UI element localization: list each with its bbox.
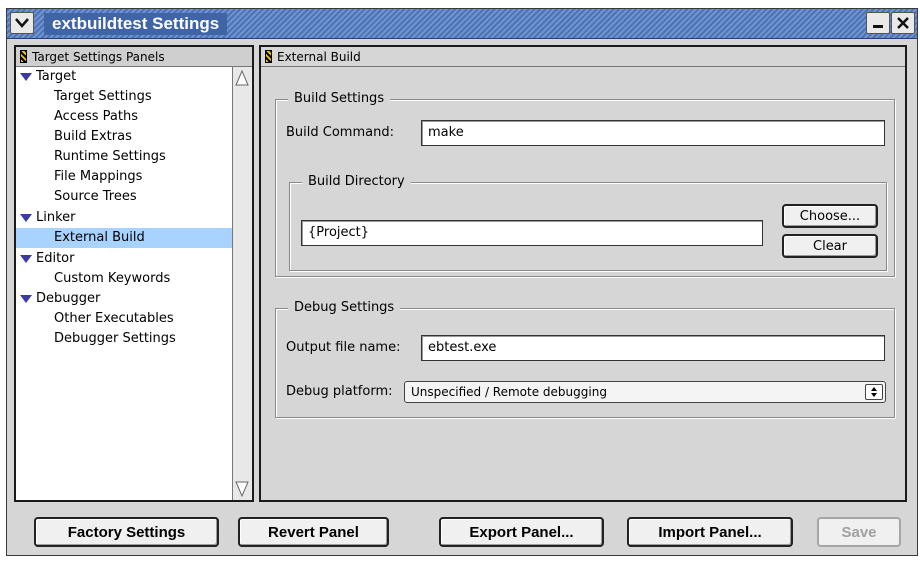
panels-list-header: Target Settings Panels — [16, 47, 252, 67]
tree-group-target[interactable]: Target — [16, 67, 76, 87]
tree-group-editor[interactable]: Editor — [16, 249, 74, 269]
panels-list-title: Target Settings Panels — [32, 50, 165, 64]
tree-item-custom-keywords[interactable]: Custom Keywords — [16, 269, 170, 289]
disclosure-triangle-icon[interactable] — [20, 295, 32, 303]
close-icon — [897, 17, 909, 29]
save-button[interactable]: Save — [817, 517, 901, 547]
debug-platform-label: Debug platform: — [286, 384, 393, 399]
output-file-field[interactable]: ebtest.exe — [421, 335, 885, 361]
output-file-label: Output file name: — [286, 340, 401, 355]
tree-item-target-settings[interactable]: Target Settings — [16, 87, 152, 107]
debug-settings-group: Debug Settings Output file name: ebtest.… — [275, 299, 895, 418]
tree-group-label: Debugger — [36, 291, 101, 306]
panel-stripe-icon — [20, 50, 27, 63]
tree-group-label: Editor — [36, 251, 75, 266]
disclosure-triangle-icon[interactable] — [20, 255, 32, 263]
tree-item-build-extras[interactable]: Build Extras — [16, 127, 132, 147]
settings-panel-title: External Build — [277, 50, 361, 64]
tree-group-linker[interactable]: Linker — [16, 208, 76, 228]
scroll-up-icon[interactable] — [235, 69, 249, 87]
panels-list: Target Settings Panels Target Target Set… — [14, 45, 254, 502]
build-command-label: Build Command: — [286, 125, 394, 140]
revert-panel-button[interactable]: Revert Panel — [238, 517, 389, 547]
tree-item-debugger-settings[interactable]: Debugger Settings — [16, 329, 176, 349]
settings-panel: External Build Build Settings Build Comm… — [259, 45, 907, 502]
settings-window: extbuildtest Settings Target Settings Pa… — [6, 8, 918, 556]
tree-scrollbar[interactable] — [232, 67, 252, 500]
minimize-icon — [873, 25, 883, 28]
tree: Target Target Settings Access Paths Buil… — [16, 67, 232, 500]
clear-button[interactable]: Clear — [782, 234, 878, 258]
scroll-down-icon[interactable] — [235, 480, 249, 498]
window-title: extbuildtest Settings — [44, 13, 228, 35]
panel-stripe-icon — [265, 50, 272, 63]
title-bar[interactable]: extbuildtest Settings — [7, 9, 917, 39]
build-directory-field[interactable]: {Project} — [301, 220, 763, 246]
tree-item-source-trees[interactable]: Source Trees — [16, 187, 137, 207]
tree-item-runtime-settings[interactable]: Runtime Settings — [16, 147, 166, 167]
import-panel-button[interactable]: Import Panel... — [627, 517, 793, 547]
chevron-down-icon — [15, 18, 29, 28]
tree-group-label: Target — [36, 69, 77, 84]
tree-group-label: Linker — [36, 210, 76, 225]
minimize-button[interactable] — [866, 12, 890, 34]
tree-item-other-executables[interactable]: Other Executables — [16, 309, 174, 329]
disclosure-triangle-icon[interactable] — [20, 73, 32, 81]
debug-settings-title: Debug Settings — [288, 299, 401, 317]
tree-group-debugger[interactable]: Debugger — [16, 289, 100, 309]
collapse-button[interactable] — [10, 12, 34, 34]
tree-item-file-mappings[interactable]: File Mappings — [16, 167, 142, 187]
build-settings-title: Build Settings — [288, 90, 391, 108]
settings-panel-header: External Build — [261, 47, 905, 67]
choose-button[interactable]: Choose... — [782, 204, 878, 228]
build-settings-group: Build Settings Build Command: make Build… — [275, 90, 895, 277]
build-directory-title: Build Directory — [302, 173, 411, 191]
updown-arrows-icon — [865, 384, 883, 400]
factory-settings-button[interactable]: Factory Settings — [34, 517, 219, 547]
tree-item-external-build[interactable]: External Build — [16, 228, 232, 248]
build-command-field[interactable]: make — [421, 120, 885, 146]
build-directory-group: Build Directory {Project} Choose... Clea… — [289, 173, 887, 271]
debug-platform-select[interactable]: Unspecified / Remote debugging — [404, 381, 886, 403]
export-panel-button[interactable]: Export Panel... — [439, 517, 604, 547]
disclosure-triangle-icon[interactable] — [20, 214, 32, 222]
debug-platform-value: Unspecified / Remote debugging — [411, 385, 607, 399]
tree-item-access-paths[interactable]: Access Paths — [16, 107, 138, 127]
close-button[interactable] — [891, 12, 915, 34]
